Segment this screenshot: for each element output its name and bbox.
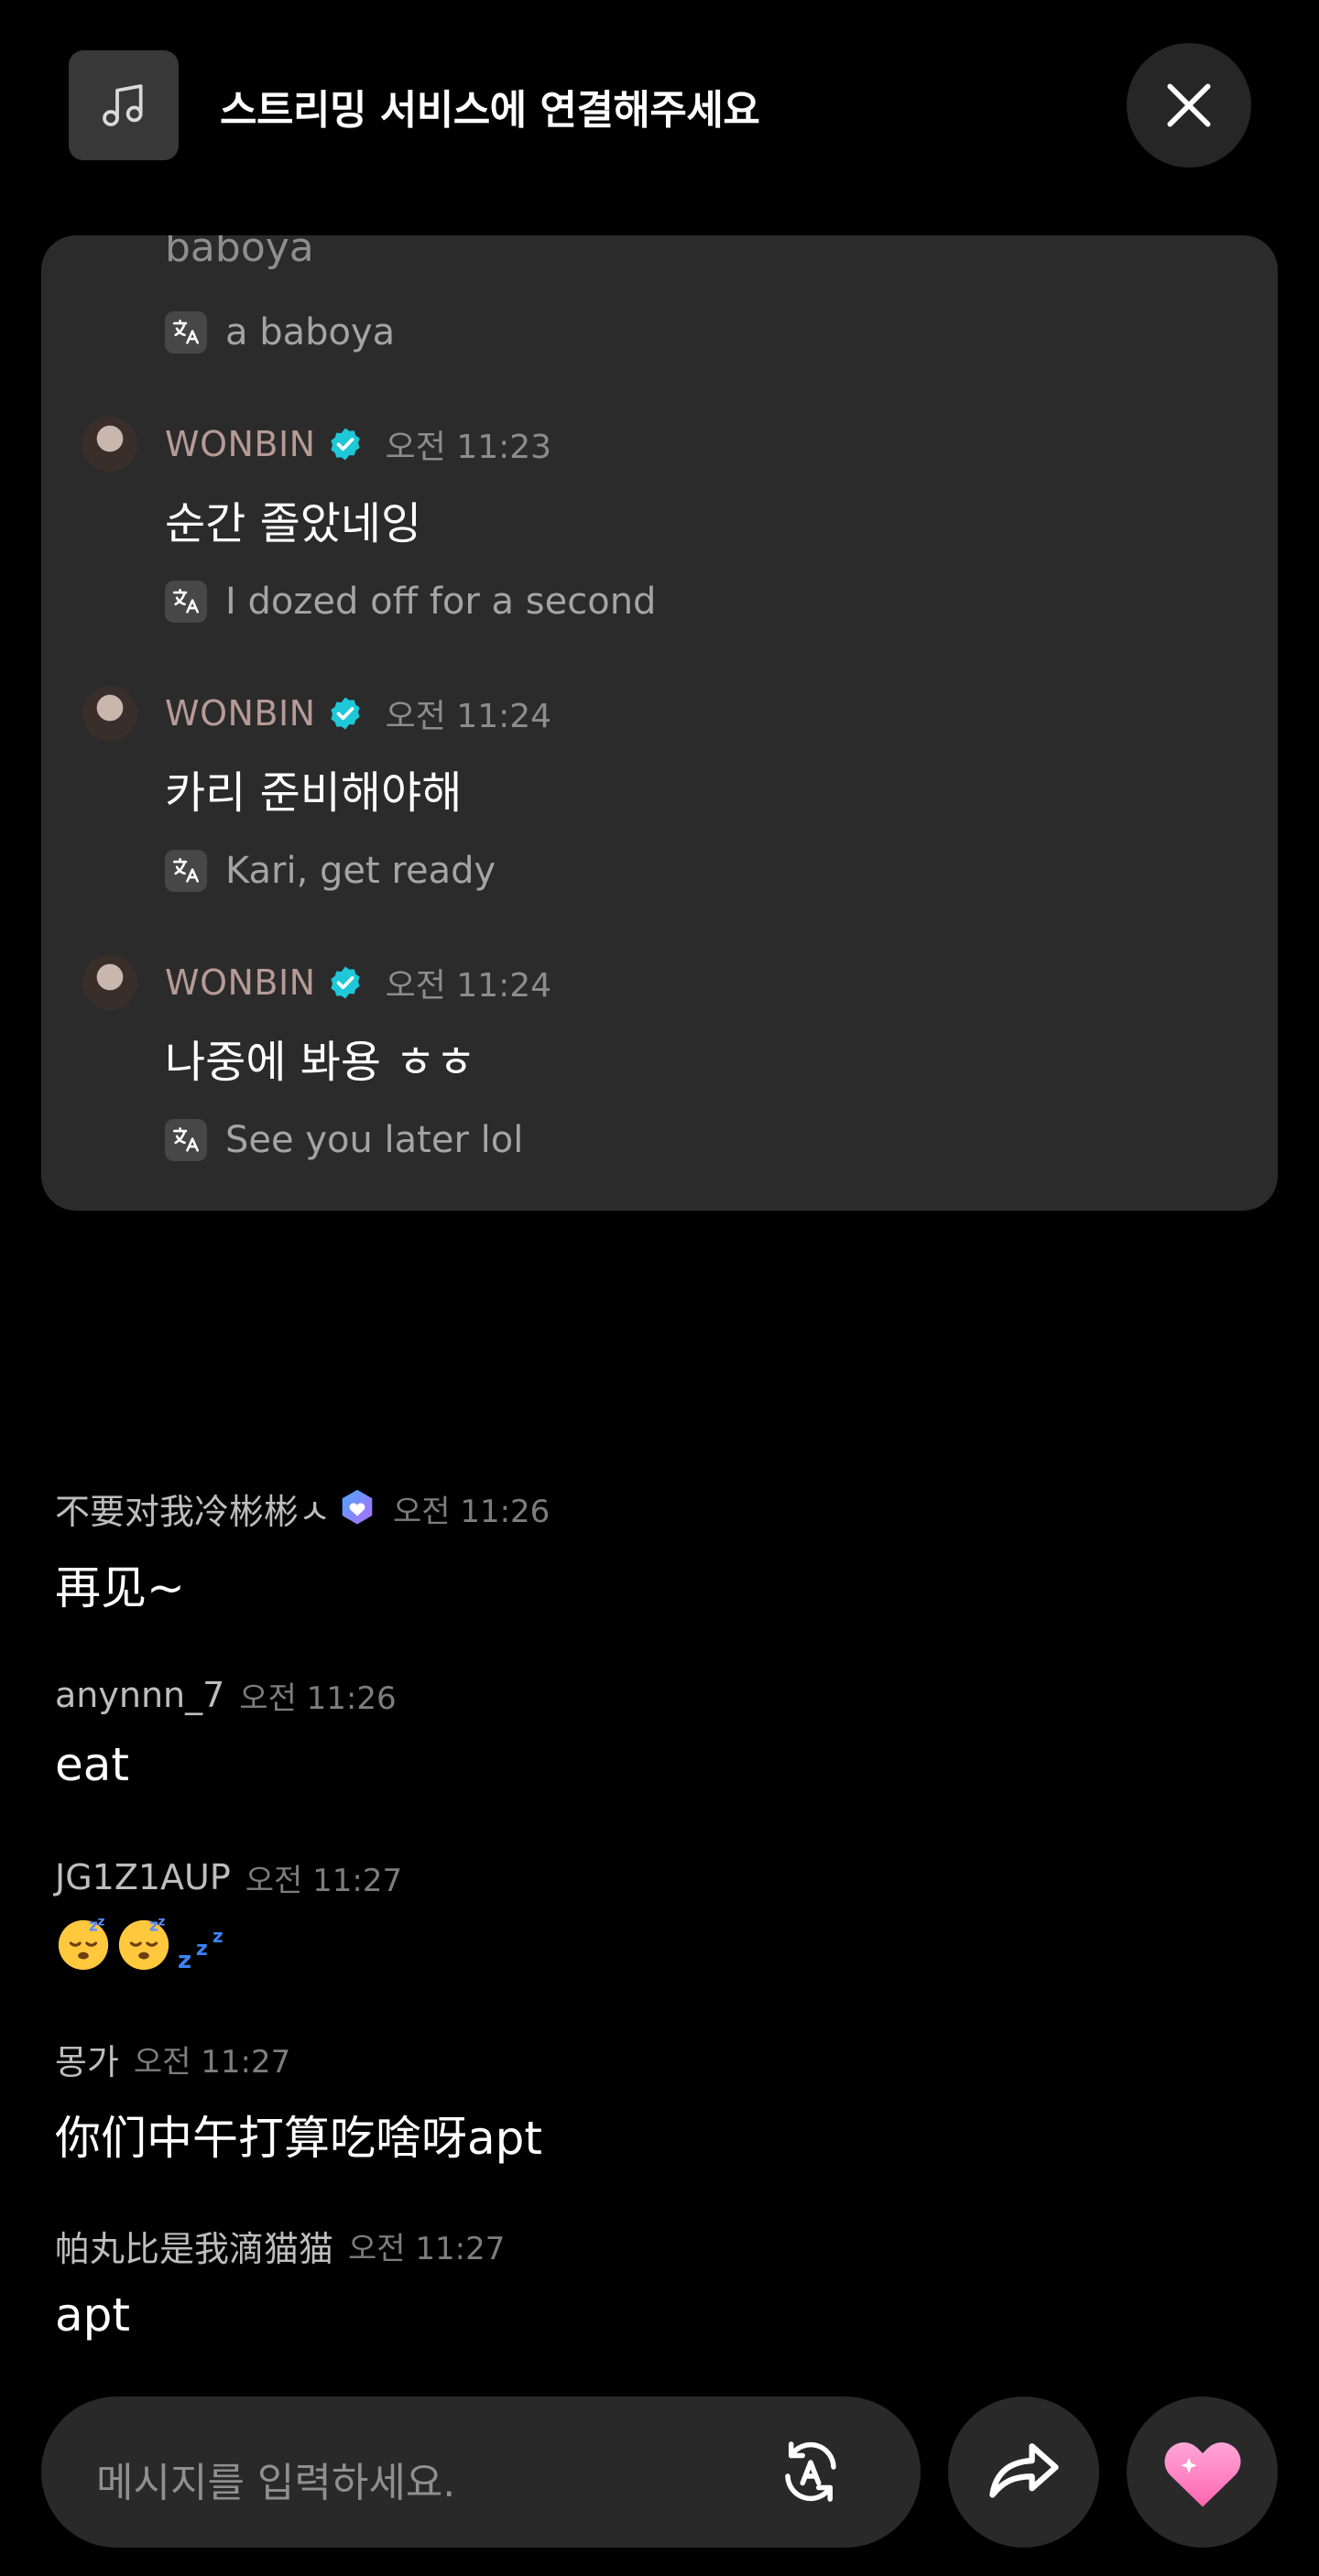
chat-message[interactable]: 몽가 오전 11:27 你们中午打算吃啥呀apt — [55, 2036, 542, 2168]
svg-text:z: z — [178, 1947, 191, 1972]
chat-time: 오전 11:27 — [348, 2230, 506, 2267]
translation-text: I dozed off for a second — [225, 581, 657, 623]
svg-text:z: z — [89, 1917, 98, 1935]
chat-message[interactable]: 帕丸比是我滴猫猫 오전 11:27 apt — [55, 2223, 505, 2342]
svg-text:z: z — [213, 1925, 223, 1947]
chat-text: 你们中午打算吃啥呀apt — [55, 2112, 542, 2165]
artist-name: WONBIN — [165, 962, 316, 1003]
artist-message-header: WONBIN 오전 11:23 — [82, 415, 551, 473]
verified-badge-icon — [330, 428, 360, 461]
chat-time: 오전 11:26 — [392, 1493, 550, 1530]
translation-text: Kari, get ready — [225, 850, 496, 892]
chat-username: 帕丸比是我滴猫猫 — [55, 2228, 334, 2269]
translation-row: Kari, get ready — [165, 848, 496, 894]
translate-icon — [165, 1119, 207, 1161]
chat-time: 오전 11:27 — [245, 1862, 403, 1899]
translate-icon — [165, 581, 207, 623]
artist-message-header: WONBIN 오전 11:24 — [82, 684, 551, 743]
artist-message-text: 카리 준비해야해 — [165, 767, 463, 819]
chat-username: JG1Z1AUP — [55, 1857, 231, 1897]
artist-message-text: 순간 졸았네잉 — [165, 498, 422, 549]
translation-row: See you later lol — [165, 1117, 523, 1163]
heart-sparkle-icon — [1163, 2441, 1241, 2506]
music-button[interactable] — [69, 50, 179, 160]
avatar — [82, 955, 137, 1010]
translation-row: I dozed off for a second — [165, 579, 656, 625]
translate-icon — [165, 311, 207, 353]
artist-message-text: 나중에 봐용 ㅎㅎ — [165, 1037, 476, 1088]
artist-message-panel[interactable]: baboya a baboya WONBIN 오전 11:23 순간 졸았네잉 … — [41, 235, 1278, 1211]
message-time: 오전 11:23 — [385, 429, 552, 466]
page-title: 스트리밍 서비스에 연결해주세요 — [220, 87, 760, 134]
svg-text:z: z — [158, 1915, 166, 1929]
chat-text: eat — [55, 1738, 130, 1791]
message-time: 오전 11:24 — [385, 698, 552, 735]
chat-username: anynnn_7 — [55, 1675, 225, 1715]
translation-text: a baboya — [225, 311, 396, 353]
chat-message[interactable]: JG1Z1AUP 오전 11:27 z z z z z z z — [55, 1854, 402, 1972]
avatar — [82, 686, 137, 741]
translation-text: See you later lol — [225, 1119, 524, 1161]
share-button[interactable] — [948, 2397, 1099, 2548]
sleepy-face-emoji: z z — [118, 1915, 169, 1971]
chat-time: 오전 11:27 — [133, 2043, 291, 2081]
translate-icon — [165, 850, 207, 892]
close-button[interactable] — [1127, 43, 1251, 168]
zzz-emoji: z z z — [178, 1925, 223, 1972]
sleepy-face-emoji: z z — [58, 1915, 109, 1971]
chat-username: 不要对我冷彬彬ㅅ — [55, 1491, 331, 1532]
verified-badge-icon — [330, 697, 360, 730]
chat-message[interactable]: anynnn_7 오전 11:26 eat — [55, 1672, 397, 1791]
chat-message[interactable]: 不要对我冷彬彬ㅅ 오전 11:26 再见~ — [55, 1485, 550, 1617]
translation-row: a baboya — [165, 310, 395, 355]
music-note-icon — [103, 84, 143, 126]
chat-time: 오전 11:26 — [239, 1679, 397, 1717]
avatar — [82, 417, 137, 472]
emoji-row: z z z z z z z — [55, 1915, 402, 1972]
close-icon — [1167, 83, 1211, 127]
message-time: 오전 11:24 — [385, 967, 552, 1005]
chat-username: 몽가 — [55, 2041, 119, 2082]
artist-message-header: WONBIN 오전 11:24 — [82, 953, 551, 1012]
share-arrow-icon — [988, 2442, 1059, 2498]
chat-text: 再见~ — [55, 1561, 185, 1614]
membership-heart-badge-icon — [342, 1489, 373, 1525]
message-input[interactable]: 메시지를 입력하세요. — [41, 2397, 921, 2548]
auto-translate-icon[interactable] — [774, 2435, 847, 2508]
artist-name: WONBIN — [165, 693, 316, 734]
artist-message-text: baboya — [165, 235, 314, 271]
header: 스트리밍 서비스에 연결해주세요 — [0, 0, 1319, 211]
like-button[interactable] — [1127, 2397, 1278, 2548]
message-input-placeholder: 메시지를 입력하세요. — [96, 2460, 456, 2506]
svg-text:z: z — [98, 1915, 105, 1929]
chat-text: apt — [55, 2288, 130, 2342]
artist-name: WONBIN — [165, 424, 316, 464]
svg-text:z: z — [149, 1917, 158, 1935]
svg-text:z: z — [196, 1938, 208, 1961]
verified-badge-icon — [330, 966, 360, 999]
